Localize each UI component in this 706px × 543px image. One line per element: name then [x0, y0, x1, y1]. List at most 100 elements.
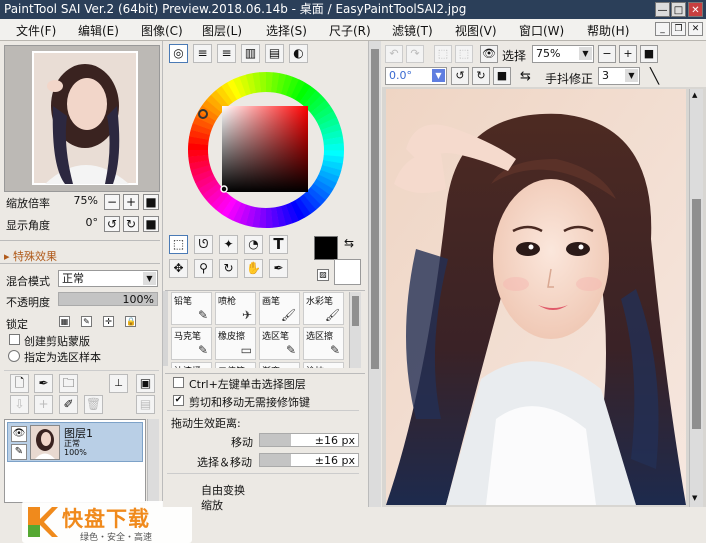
rotate-left-button[interactable]: ↺ — [104, 216, 120, 232]
new-layer-icon[interactable]: 🗋 — [10, 374, 29, 393]
mask-icon[interactable]: ▣ — [136, 374, 155, 393]
menu-window[interactable]: 窗口(W) — [519, 22, 564, 39]
brush-slot[interactable]: 橡皮擦 ▭ — [215, 327, 256, 360]
delete-layer-icon[interactable]: 🗑 — [84, 395, 103, 414]
panel-divider[interactable] — [165, 369, 365, 374]
flip-horizontal-icon[interactable]: ⇆ — [520, 69, 531, 84]
rotate-reset-button[interactable]: ■ — [143, 216, 159, 232]
eyedropper-icon[interactable]: ✒ — [269, 259, 288, 278]
lock-paint-icon[interactable]: ✎ — [81, 316, 92, 327]
transfer-down-icon[interactable]: ⇩ — [10, 395, 29, 414]
ctrl-click-checkbox[interactable] — [173, 377, 184, 388]
zoom-icon[interactable]: ⚲ — [194, 259, 213, 278]
invert-selection-icon[interactable]: ⬚ — [455, 45, 473, 63]
brush-slot[interactable]: 渐变▥ — [259, 362, 300, 368]
pencil-icon[interactable]: ✎ — [11, 444, 27, 460]
blend-mode-select[interactable]: 正常 ▼ — [58, 270, 158, 287]
maximize-button[interactable]: □ — [671, 2, 686, 17]
menu-select[interactable]: 选择(S) — [266, 22, 307, 39]
canvas-rotate-left-button[interactable]: ↺ — [451, 67, 469, 85]
navigator-preview[interactable] — [4, 45, 160, 192]
new-vector-layer-icon[interactable]: ✒ — [34, 374, 53, 393]
rotate-right-button[interactable]: ↻ — [123, 216, 139, 232]
zoom-in-button[interactable]: + — [123, 194, 139, 210]
canvas-rotate-reset-button[interactable]: ■ — [493, 67, 511, 85]
menu-file[interactable]: 文件(F) — [16, 22, 56, 39]
brush-slot[interactable]: 涂抹✋ — [303, 362, 344, 368]
scroll-up-icon[interactable]: ▲ — [692, 91, 697, 99]
swap-colors-icon[interactable]: ⇆ — [344, 236, 354, 250]
lasso-icon[interactable]: ᘎ — [194, 235, 213, 254]
selection-source-radio[interactable] — [8, 350, 20, 362]
color-wheel[interactable] — [185, 69, 347, 231]
text-icon[interactable]: T — [269, 235, 288, 254]
canvas-rotate-right-button[interactable]: ↻ — [472, 67, 490, 85]
angle-slider[interactable]: 0° — [56, 216, 99, 230]
scratchpad-tab-icon[interactable]: ◐ — [289, 44, 308, 63]
redo-icon[interactable]: ↷ — [406, 45, 424, 63]
brush-slot[interactable]: 水彩笔 🖌 — [303, 292, 344, 325]
menu-filter[interactable]: 滤镜(T) — [392, 22, 433, 39]
canvas-artwork[interactable] — [386, 89, 686, 505]
lock-transparency-icon[interactable]: ▦ — [59, 316, 70, 327]
zoom-reset-button[interactable]: ■ — [143, 194, 159, 210]
menu-image[interactable]: 图像(C) — [141, 22, 183, 39]
brush-slot[interactable]: 马克笔 ✎ — [171, 327, 212, 360]
rgb-slider-tab-icon[interactable]: ≡ — [193, 44, 212, 63]
brush-panel-handle[interactable] — [163, 291, 168, 366]
clipping-mask-checkbox[interactable] — [9, 334, 20, 345]
layer-scrollbar[interactable] — [147, 419, 159, 503]
brush-scrollbar[interactable] — [349, 292, 361, 368]
secondary-color-swatch[interactable] — [334, 259, 361, 285]
brush-slot[interactable]: 选区擦 ✎ — [303, 327, 344, 360]
brush-slot[interactable]: 二值笔✎ — [215, 362, 256, 368]
select-move-slider[interactable]: ±16 px — [259, 453, 359, 467]
brush-slot[interactable]: 铅笔 ✎ — [171, 292, 212, 325]
menu-view[interactable]: 视图(V) — [455, 22, 497, 39]
color-mixer-tab-icon[interactable]: ▤ — [265, 44, 284, 63]
hand-icon[interactable]: ✋ — [244, 259, 263, 278]
swatches-tab-icon[interactable]: ▥ — [241, 44, 260, 63]
lock-move-icon[interactable]: ✛ — [103, 316, 114, 327]
brush-slot[interactable]: 油漆桶▣ — [171, 362, 212, 368]
canvas-vscrollbar-thumb[interactable] — [692, 199, 701, 429]
move-distance-slider[interactable]: ±16 px — [259, 433, 359, 447]
rotate-icon[interactable]: ↻ — [219, 259, 238, 278]
move-icon[interactable]: ✥ — [169, 259, 188, 278]
mdi-minimize-button[interactable]: _ — [655, 22, 670, 36]
canvas-zoom-select[interactable]: 75% ▼ — [532, 45, 594, 63]
undo-icon[interactable]: ↶ — [385, 45, 403, 63]
straight-line-icon[interactable]: ╲ — [650, 67, 659, 85]
minimize-button[interactable]: — — [655, 2, 670, 17]
brush-scrollbar-thumb[interactable] — [352, 296, 359, 326]
lock-all-icon[interactable]: 🔒 — [125, 316, 136, 327]
menu-ruler[interactable]: 尺子(R) — [329, 22, 371, 39]
shape-icon[interactable]: ◔ — [244, 235, 263, 254]
menu-edit[interactable]: 编辑(E) — [78, 22, 119, 39]
zoom-slider[interactable]: 75% — [56, 194, 98, 208]
tool-panel-scrollbar-thumb[interactable] — [371, 49, 379, 369]
deselect-icon[interactable]: ⬚ — [434, 45, 452, 63]
layer-mask-icon[interactable]: ▤ — [136, 395, 155, 414]
magic-wand-icon[interactable]: ✦ — [219, 235, 238, 254]
canvas-zoom-in-button[interactable]: + — [619, 45, 637, 63]
mdi-restore-button[interactable]: ❐ — [671, 22, 686, 36]
opacity-slider[interactable]: 100% — [58, 292, 158, 306]
pin-icon[interactable]: ⊥ — [109, 374, 128, 393]
canvas-vscrollbar[interactable]: ▲ ▼ — [689, 89, 703, 507]
merge-down-icon[interactable]: + — [34, 395, 53, 414]
color-wheel-tab-icon[interactable]: ◎ — [169, 44, 188, 63]
canvas-rotation-select[interactable]: 0.0° ▼ — [385, 67, 447, 85]
menu-layer[interactable]: 图层(L) — [202, 22, 242, 39]
transparent-color-icon[interactable]: ▨ — [317, 269, 329, 281]
canvas-zoom-reset-button[interactable]: ■ — [640, 45, 658, 63]
panel-divider[interactable] — [0, 237, 160, 241]
panel-divider[interactable] — [165, 287, 365, 291]
cut-move-checkbox[interactable]: ✔ — [173, 395, 184, 406]
menu-help[interactable]: 帮助(H) — [587, 22, 629, 39]
hsv-slider-tab-icon[interactable]: ≡ — [217, 44, 236, 63]
layer-item[interactable]: 👁 ✎ 图层1 正常 100% — [7, 422, 143, 462]
clear-layer-icon[interactable]: ✐ — [59, 395, 78, 414]
brush-slot[interactable]: 选区笔 ✎ — [259, 327, 300, 360]
close-button[interactable]: ✕ — [688, 2, 703, 17]
